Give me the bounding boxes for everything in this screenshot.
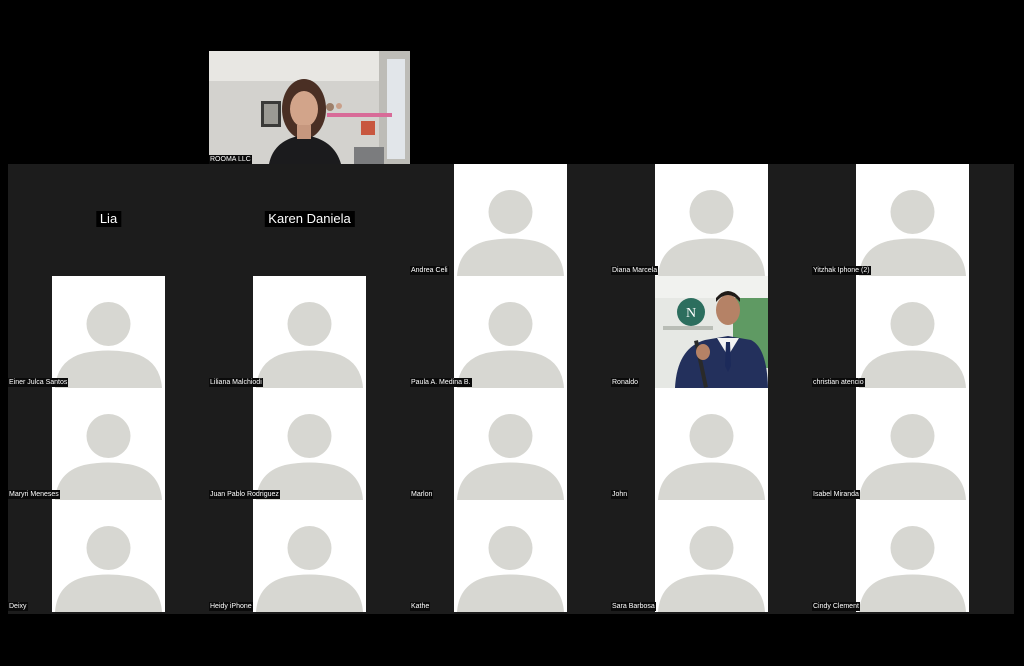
participant-tile-john[interactable]: John (611, 388, 812, 500)
default-avatar-icon (856, 500, 969, 612)
default-avatar-icon (856, 164, 969, 276)
participant-tile-andrea-celi[interactable]: Andrea Celi (410, 164, 611, 276)
participant-name: Heidy iPhone (209, 602, 253, 611)
default-avatar-icon (253, 500, 366, 612)
default-avatar-icon (655, 500, 768, 612)
participant-tile-einer-julca-santos[interactable]: Einer Julca Santos (8, 276, 209, 388)
default-avatar-icon (454, 276, 567, 388)
participant-tile-heidy-iphone[interactable]: Heidy iPhone (209, 500, 410, 612)
participant-name: Kathe (410, 602, 431, 611)
participant-name: Einer Julca Santos (8, 378, 69, 387)
participants-grid: Lia Karen Daniela Andrea Celi Diana Marc… (8, 164, 1014, 614)
default-avatar-icon (454, 388, 567, 500)
participant-tile-maryri-meneses[interactable]: Maryri Meneses (8, 388, 209, 500)
participant-name: Paula A. Medina B. (410, 378, 472, 387)
participant-tile-liliana-malchiodi[interactable]: Liliana Malchiodi (209, 276, 410, 388)
participant-name: Deixy (8, 602, 28, 611)
participant-tile-lia[interactable]: Lia (8, 164, 209, 276)
participant-tile-ronaldo[interactable]: N Ronaldo (611, 276, 812, 388)
participant-tile-sara-barbosa[interactable]: Sara Barbosa (611, 500, 812, 612)
participant-name: John (611, 490, 629, 499)
participant-name: Liliana Malchiodi (209, 378, 263, 387)
default-avatar-icon (52, 500, 165, 612)
participant-name: christian atencio (812, 378, 865, 387)
participant-tile-isabel-miranda[interactable]: Isabel Miranda (812, 388, 1013, 500)
participant-tile-paula-medina[interactable]: Paula A. Medina B. (410, 276, 611, 388)
default-avatar-icon (52, 276, 165, 388)
default-avatar-icon (454, 500, 567, 612)
speaker-camera-feed (209, 51, 410, 164)
participant-tile-christian-atencio[interactable]: christian atencio (812, 276, 1013, 388)
participant-name: Cindy Clement (812, 602, 860, 611)
participant-tile-kathe[interactable]: Kathe (410, 500, 611, 612)
participant-tile-diana-marcela[interactable]: Diana Marcela (611, 164, 812, 276)
participant-name: Yitzhak Iphone (2) (812, 266, 871, 275)
participant-name: Lia (95, 211, 122, 227)
participant-name: Maryri Meneses (8, 490, 60, 499)
participant-name: Juan Pablo Rodriguez (209, 490, 280, 499)
default-avatar-icon (655, 164, 768, 276)
participant-name: Ronaldo (611, 378, 640, 387)
default-avatar-icon (454, 164, 567, 276)
default-avatar-icon (253, 276, 366, 388)
participant-name: Diana Marcela (611, 266, 659, 275)
participant-camera-feed: N (655, 276, 768, 388)
participant-tile-deixy[interactable]: Deixy (8, 500, 209, 612)
participant-name: Sara Barbosa (611, 602, 656, 611)
active-speaker-video[interactable]: ROOMA LLC (209, 51, 410, 164)
participant-tile-juan-pablo-rodriguez[interactable]: Juan Pablo Rodriguez (209, 388, 410, 500)
participant-name: Isabel Miranda (812, 490, 860, 499)
participant-name: Andrea Celi (410, 266, 449, 275)
participant-tile-karen-daniela[interactable]: Karen Daniela (209, 164, 410, 276)
default-avatar-icon (655, 388, 768, 500)
participant-name: Marlon (410, 490, 434, 499)
default-avatar-icon (253, 388, 366, 500)
participant-tile-yitzhak-iphone[interactable]: Yitzhak Iphone (2) (812, 164, 1013, 276)
participant-tile-cindy-clement[interactable]: Cindy Clement (812, 500, 1013, 612)
default-avatar-icon (52, 388, 165, 500)
default-avatar-icon (856, 388, 969, 500)
participant-tile-marlon[interactable]: Marlon (410, 388, 611, 500)
speaker-name-label: ROOMA LLC (209, 155, 252, 164)
participant-name: Karen Daniela (264, 211, 355, 227)
svg-text:N: N (686, 306, 696, 321)
default-avatar-icon (856, 276, 969, 388)
